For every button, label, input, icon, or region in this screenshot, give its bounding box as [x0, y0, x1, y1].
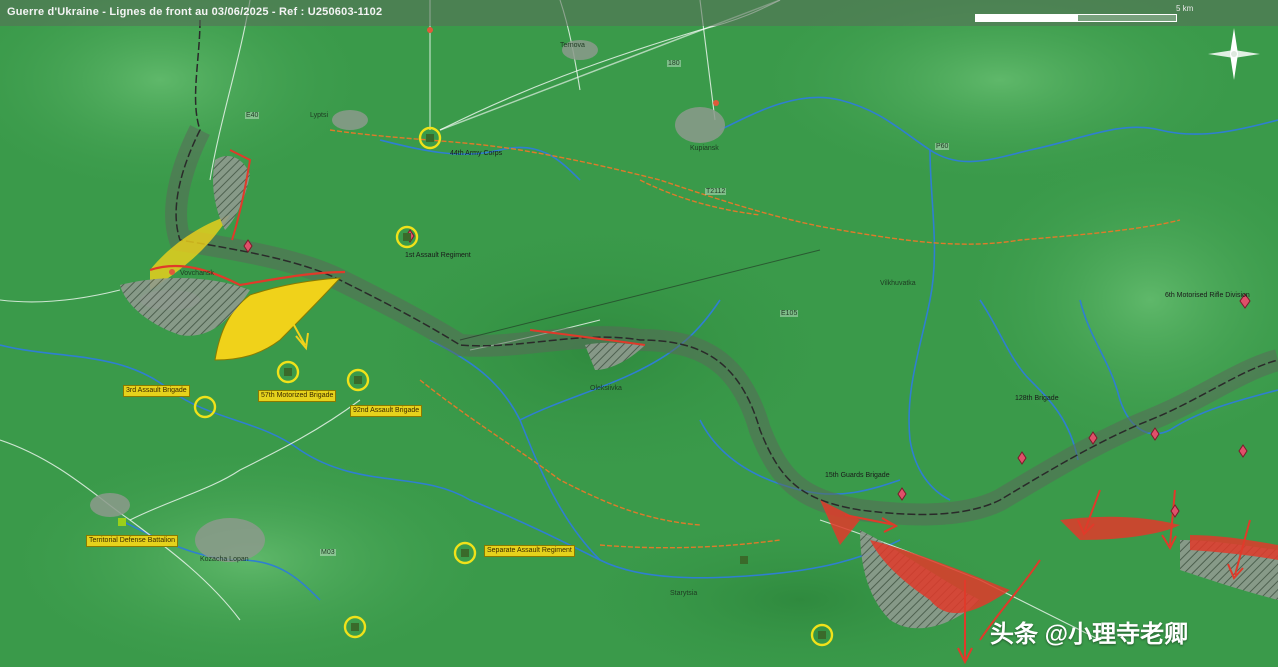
ru-unit-label: 6th Motorised Rifle Division: [1165, 292, 1250, 299]
ua-unit-label: 57th Motorized Brigade: [258, 390, 337, 402]
place-label: Vilkhuvatka: [880, 280, 916, 287]
map-title: Guerre d'Ukraine - Lignes de front au 03…: [7, 6, 383, 18]
ua-unit-label: 92nd Assault Brigade: [350, 405, 423, 417]
place-label: Oleksiivka: [590, 385, 622, 392]
ua-unit-label: 3rd Assault Brigade: [123, 385, 190, 397]
road-number-label: T2112: [705, 188, 727, 195]
ua-unit-label: Separate Assault Regiment: [484, 545, 575, 557]
road-number-label: M03: [320, 549, 336, 556]
place-label: Vovchansk: [180, 270, 214, 277]
scale-label: 5 km: [1176, 4, 1194, 13]
place-label: Kozacha Lopan: [200, 556, 249, 563]
ru-unit-label: 128th Brigade: [1015, 395, 1059, 402]
ua-unit-label: Territorial Defense Battalion: [86, 535, 178, 547]
place-label: Kupiansk: [690, 145, 719, 152]
road-number-label: P60: [935, 143, 950, 150]
watermark: 头条 @小理寺老卿: [990, 621, 1189, 648]
road-number-label: E105: [780, 310, 799, 317]
scale-bar: [975, 14, 1177, 22]
ru-unit-label: 1st Assault Regiment: [405, 252, 471, 259]
place-label: Starytsia: [670, 590, 698, 597]
road-number-label: 180: [667, 60, 681, 67]
north-arrow-compass-icon: [1208, 28, 1260, 80]
road-number-label: E40: [245, 112, 260, 119]
front-line-map[interactable]: [0, 0, 1278, 667]
ru-unit-label: 15th Guards Brigade: [825, 472, 890, 479]
ru-unit-label: 44th Army Corps: [450, 150, 503, 157]
place-label: Ternova: [560, 42, 585, 49]
place-label: Lyptsi: [310, 112, 329, 119]
